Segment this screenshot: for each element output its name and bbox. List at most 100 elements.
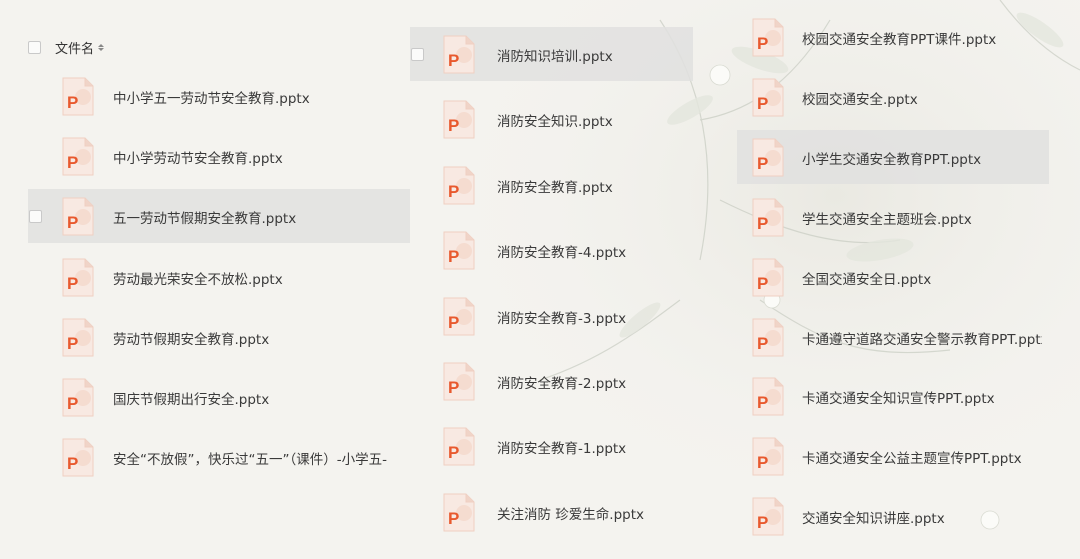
file-row[interactable]: P 校园交通安全.pptx — [737, 70, 1049, 124]
powerpoint-file-icon: P — [443, 427, 475, 466]
file-row[interactable]: P 校园交通安全教育PPT课件.pptx — [737, 10, 1049, 64]
file-name: 消防安全教育-3.pptx — [497, 310, 627, 327]
file-name: 小学生交通安全教育PPT.pptx — [802, 151, 982, 168]
svg-text:P: P — [757, 214, 768, 233]
file-name: 校园交通安全教育PPT课件.pptx — [802, 32, 997, 48]
svg-text:P: P — [448, 509, 459, 528]
powerpoint-file-icon: P — [443, 35, 475, 74]
file-row[interactable]: P 中小学劳动节安全教育.pptx — [28, 129, 410, 183]
powerpoint-file-icon: P — [62, 258, 94, 297]
file-row[interactable]: P 消防安全知识.pptx — [410, 92, 693, 146]
svg-text:P: P — [448, 116, 459, 135]
file-row[interactable]: P 交通安全知识讲座.pptx — [737, 489, 1049, 543]
file-row[interactable]: P 消防安全教育-2.pptx — [410, 354, 693, 408]
powerpoint-file-icon: P — [752, 437, 784, 476]
row-checkbox[interactable] — [411, 48, 424, 61]
powerpoint-file-icon: P — [752, 497, 784, 536]
file-name: 全国交通安全日.pptx — [802, 271, 932, 288]
powerpoint-file-icon: P — [62, 77, 94, 116]
file-name: 学生交通安全主题班会.pptx — [802, 211, 972, 228]
sort-up-arrow-icon — [98, 43, 105, 47]
file-row[interactable]: P 劳动最光荣安全不放松.pptx — [28, 250, 410, 304]
svg-text:P: P — [67, 213, 78, 232]
powerpoint-file-icon: P — [752, 78, 784, 117]
svg-text:P: P — [757, 34, 768, 53]
powerpoint-file-icon: P — [62, 197, 94, 236]
powerpoint-file-icon: P — [443, 100, 475, 139]
powerpoint-file-icon: P — [752, 377, 784, 416]
powerpoint-file-icon: P — [62, 378, 94, 417]
file-row[interactable]: P 消防安全教育-3.pptx — [410, 289, 693, 343]
svg-text:P: P — [67, 334, 78, 353]
file-row[interactable]: P 卡通遵守道路交通安全警示教育PPT.pptx — [737, 310, 1049, 364]
file-name: 消防安全教育-4.pptx — [497, 245, 627, 262]
powerpoint-file-icon: P — [443, 297, 475, 336]
svg-text:P: P — [757, 453, 768, 472]
powerpoint-file-icon: P — [62, 438, 94, 477]
powerpoint-file-icon: P — [443, 493, 475, 532]
list-header: 文件名 — [28, 37, 105, 57]
powerpoint-file-icon: P — [752, 198, 784, 237]
powerpoint-file-icon: P — [752, 138, 784, 177]
file-name: 国庆节假期出行安全.pptx — [113, 392, 270, 408]
file-name: 消防安全教育.pptx — [497, 179, 613, 196]
file-name: 中小学五一劳动节安全教育.pptx — [113, 91, 310, 107]
file-row[interactable]: P 五一劳动节假期安全教育.pptx — [28, 189, 410, 244]
row-checkbox[interactable] — [29, 210, 42, 224]
file-row[interactable]: P 消防安全教育-4.pptx — [410, 223, 693, 277]
file-row[interactable]: P 学生交通安全主题班会.pptx — [737, 190, 1049, 244]
file-row[interactable]: P 消防安全教育-1.pptx — [410, 419, 693, 473]
file-name: 五一劳动节假期安全教育.pptx — [113, 211, 297, 228]
file-row[interactable]: P 安全“不放假”，快乐过“五一”（课件）-小学五- — [28, 430, 410, 484]
file-name: 劳动节假期安全教育.pptx — [113, 331, 270, 348]
svg-text:P: P — [67, 394, 78, 413]
file-name: 关注消防 珍爱生命.pptx — [497, 506, 645, 523]
svg-text:P: P — [448, 378, 459, 397]
file-name: 消防安全教育-2.pptx — [497, 376, 627, 392]
svg-text:P: P — [67, 274, 78, 293]
powerpoint-file-icon: P — [443, 166, 475, 205]
column-header-filename[interactable]: 文件名 — [55, 38, 94, 57]
svg-text:P: P — [757, 334, 768, 353]
svg-text:P: P — [757, 393, 768, 412]
sort-icon[interactable] — [98, 43, 105, 51]
file-name: 卡通遵守道路交通安全警示教育PPT.pptx — [802, 331, 1042, 348]
powerpoint-file-icon: P — [443, 362, 475, 401]
file-name: 卡通交通安全公益主题宣传PPT.pptx — [802, 451, 1022, 468]
svg-text:P: P — [448, 182, 459, 201]
svg-text:P: P — [757, 94, 768, 113]
powerpoint-file-icon: P — [62, 137, 94, 176]
file-row[interactable]: P 卡通交通安全公益主题宣传PPT.pptx — [737, 429, 1049, 483]
svg-text:P: P — [448, 51, 459, 70]
powerpoint-file-icon: P — [752, 18, 784, 57]
file-name: 消防知识培训.pptx — [497, 49, 613, 65]
file-name: 劳动最光荣安全不放松.pptx — [113, 271, 283, 288]
svg-text:P: P — [67, 153, 78, 172]
file-row[interactable]: P 中小学五一劳动节安全教育.pptx — [28, 69, 410, 123]
file-row[interactable]: P 卡通交通安全知识宣传PPT.pptx — [737, 369, 1049, 423]
powerpoint-file-icon: P — [443, 231, 475, 270]
svg-text:P: P — [67, 93, 78, 112]
file-row[interactable]: P 全国交通安全日.pptx — [737, 250, 1049, 304]
file-name: 交通安全知识讲座.pptx — [802, 511, 945, 528]
file-name: 中小学劳动节安全教育.pptx — [113, 151, 283, 168]
powerpoint-file-icon: P — [752, 258, 784, 297]
file-row[interactable]: P 国庆节假期出行安全.pptx — [28, 370, 410, 424]
svg-text:P: P — [448, 313, 459, 332]
file-name: 安全“不放假”，快乐过“五一”（课件）-小学五- — [113, 452, 387, 469]
file-row[interactable]: P 消防安全教育.pptx — [410, 158, 693, 212]
file-row[interactable]: P 小学生交通安全教育PPT.pptx — [737, 129, 1049, 184]
file-name: 卡通交通安全知识宣传PPT.pptx — [802, 391, 995, 408]
file-row[interactable]: P 劳动节假期安全教育.pptx — [28, 310, 410, 364]
svg-text:P: P — [757, 154, 768, 173]
select-all-checkbox[interactable] — [28, 40, 41, 54]
svg-text:P: P — [757, 274, 768, 293]
svg-text:P: P — [448, 443, 459, 462]
svg-text:P: P — [67, 454, 78, 473]
svg-text:P: P — [448, 247, 459, 266]
powerpoint-file-icon: P — [62, 318, 94, 357]
file-name: 消防安全知识.pptx — [497, 114, 613, 131]
file-row[interactable]: P 消防知识培训.pptx — [410, 27, 693, 81]
file-name: 校园交通安全.pptx — [802, 91, 918, 108]
file-row[interactable]: P 关注消防 珍爱生命.pptx — [410, 485, 693, 539]
